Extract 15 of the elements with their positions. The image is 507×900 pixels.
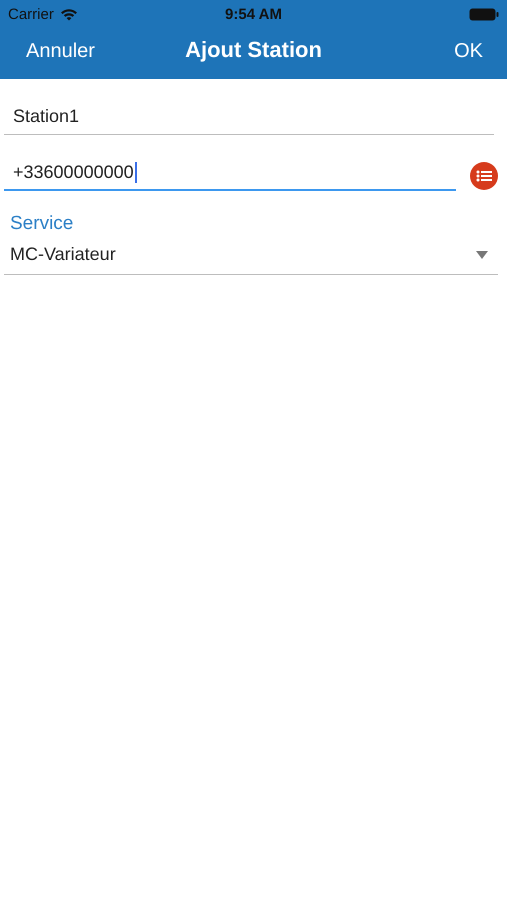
- list-button[interactable]: [470, 162, 498, 190]
- status-time: 9:54 AM: [225, 6, 282, 22]
- service-picker[interactable]: MC-Variateur: [4, 235, 498, 275]
- text-cursor: [134, 162, 137, 182]
- wifi-icon: [60, 8, 78, 20]
- battery-icon: [469, 8, 499, 20]
- list-icon: [476, 170, 492, 182]
- dropdown-icon: [476, 250, 488, 258]
- text-field[interactable]: +33600000000: [4, 155, 456, 191]
- cancel-button[interactable]: Annuler: [26, 40, 95, 63]
- text-field[interactable]: Station1: [4, 99, 494, 135]
- service-label: Service: [10, 213, 74, 235]
- carrier-name: Carrier: [8, 6, 54, 22]
- screen-title: Ajout Station: [185, 37, 322, 63]
- ok-button[interactable]: OK: [454, 40, 483, 63]
